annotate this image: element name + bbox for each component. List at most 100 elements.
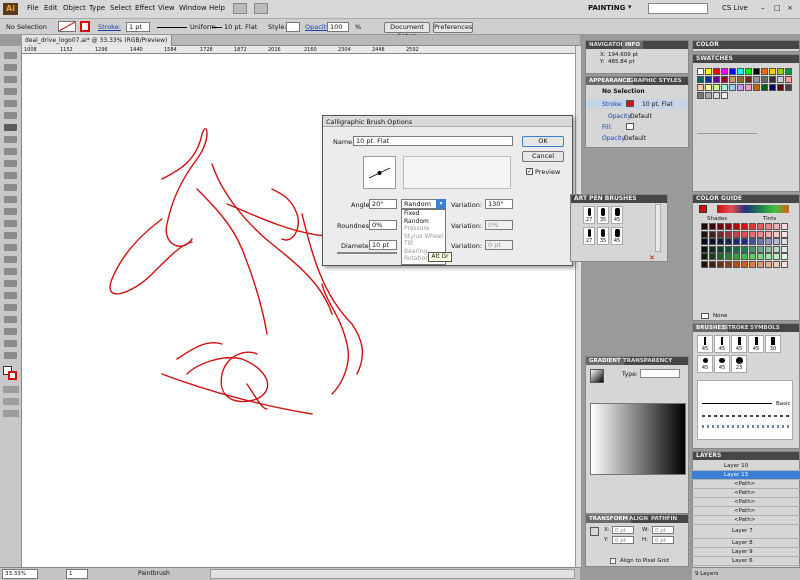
guide-swatch[interactable]: [765, 230, 772, 238]
arrange-icon[interactable]: [254, 3, 268, 14]
color-swatch[interactable]: [753, 76, 760, 83]
brush-swatch[interactable]: 30: [765, 335, 781, 353]
selection-tool[interactable]: [4, 52, 17, 59]
color-swatch[interactable]: [777, 68, 784, 75]
layer-row[interactable]: <Path>: [692, 480, 800, 489]
search-input[interactable]: [648, 3, 708, 14]
color-swatch[interactable]: [729, 68, 736, 75]
guide-swatch[interactable]: [725, 245, 732, 253]
perspective-tool[interactable]: [4, 232, 17, 239]
guide-swatch[interactable]: [749, 245, 756, 253]
draw-mode-icon[interactable]: [3, 398, 19, 405]
menu-edit[interactable]: Edit: [44, 4, 58, 12]
symbol-sprayer-tool[interactable]: [4, 292, 17, 299]
brush-swatch[interactable]: 45: [714, 355, 730, 373]
diameter-slider[interactable]: [337, 252, 397, 254]
line-tool[interactable]: [4, 100, 17, 107]
guide-swatch[interactable]: [749, 238, 756, 245]
transform-h-field[interactable]: 0 pt: [652, 536, 674, 544]
transform-y-field[interactable]: 0 pt: [612, 536, 634, 544]
close-icon[interactable]: ×: [787, 4, 793, 12]
guide-swatch[interactable]: [701, 260, 708, 268]
menu-help[interactable]: Help: [209, 4, 225, 12]
guide-swatch[interactable]: [757, 238, 764, 245]
brush-swatch[interactable]: 27: [583, 227, 595, 245]
menu-window[interactable]: Window: [179, 4, 207, 12]
page-field[interactable]: 1: [66, 569, 88, 579]
guide-swatch[interactable]: [725, 238, 732, 245]
appearance-opacity2-label[interactable]: Opacity:: [602, 135, 627, 142]
width-tool[interactable]: [4, 196, 17, 203]
dropdown-option-random[interactable]: Random: [402, 218, 445, 226]
color-swatch[interactable]: [745, 68, 752, 75]
guide-swatch[interactable]: [717, 223, 724, 230]
color-swatch[interactable]: [785, 68, 792, 75]
color-swatch[interactable]: [697, 76, 704, 83]
blend-tool[interactable]: [4, 280, 17, 287]
guide-swatch[interactable]: [701, 230, 708, 238]
brush-swatch[interactable]: 35: [597, 206, 609, 224]
guide-swatch[interactable]: [701, 238, 708, 245]
color-swatch[interactable]: [713, 68, 720, 75]
color-swatch[interactable]: [753, 84, 760, 91]
color-panel-title[interactable]: COLOR: [693, 41, 799, 49]
layer-row[interactable]: Layer 6: [692, 557, 800, 566]
brush-name-field[interactable]: 10 pt. Flat: [353, 136, 513, 146]
guide-swatch[interactable]: [773, 238, 780, 245]
transform-x-field[interactable]: 0 pt: [612, 526, 634, 534]
guide-swatch[interactable]: [709, 238, 716, 245]
color-swatch[interactable]: [705, 76, 712, 83]
guide-swatch[interactable]: [717, 238, 724, 245]
layer-row[interactable]: Layer 8: [692, 539, 800, 548]
guide-swatch[interactable]: [741, 230, 748, 238]
diameter-variation-field[interactable]: 0 pt: [485, 240, 513, 250]
guide-swatch[interactable]: [765, 223, 772, 230]
guide-swatch[interactable]: [757, 253, 764, 260]
color-swatch[interactable]: [713, 92, 720, 99]
slice-tool[interactable]: [4, 328, 17, 335]
tab-transform[interactable]: TRANSFORM: [586, 515, 631, 523]
guide-swatch[interactable]: [733, 223, 740, 230]
cancel-button[interactable]: Cancel: [522, 151, 564, 162]
paintbrush-tool[interactable]: [4, 124, 17, 131]
free-transform-tool[interactable]: [4, 208, 17, 215]
panel-scrollbar[interactable]: [655, 204, 661, 252]
stroke-label[interactable]: Stroke:: [98, 23, 121, 31]
menu-effect[interactable]: Effect: [135, 4, 155, 12]
guide-swatch[interactable]: [717, 260, 724, 268]
guide-swatch[interactable]: [765, 245, 772, 253]
gradient-type-select[interactable]: [640, 369, 680, 378]
guide-swatch[interactable]: [701, 223, 708, 230]
guide-swatch[interactable]: [701, 245, 708, 253]
guide-swatch[interactable]: [741, 245, 748, 253]
guide-swatch[interactable]: [717, 230, 724, 238]
brush-swatch[interactable]: 23: [731, 355, 747, 373]
color-swatch[interactable]: [761, 76, 768, 83]
horizontal-scrollbar[interactable]: [210, 569, 575, 579]
zoom-tool[interactable]: [4, 352, 17, 359]
guide-swatch[interactable]: [741, 260, 748, 268]
color-swatch[interactable]: [729, 76, 736, 83]
brush-swatch[interactable]: 35: [597, 227, 609, 245]
guide-swatch[interactable]: [733, 230, 740, 238]
minimize-icon[interactable]: –: [761, 4, 765, 12]
brush-swatch[interactable]: 45: [731, 335, 747, 353]
tab-info[interactable]: INFO: [622, 41, 644, 49]
guide-swatch[interactable]: [709, 245, 716, 253]
layer-row[interactable]: Layer 10: [692, 462, 800, 471]
guide-swatch[interactable]: [757, 245, 764, 253]
color-swatch[interactable]: [737, 68, 744, 75]
swatches-title[interactable]: SWATCHES: [693, 55, 799, 63]
fill-swatch[interactable]: [58, 21, 76, 32]
guide-swatch[interactable]: [725, 223, 732, 230]
color-swatch[interactable]: [705, 84, 712, 91]
color-swatch[interactable]: [753, 68, 760, 75]
color-swatch[interactable]: [745, 84, 752, 91]
bridge-icon[interactable]: [233, 3, 247, 14]
appearance-opacity-label[interactable]: Opacity:: [608, 113, 633, 120]
maximize-icon[interactable]: □: [774, 4, 781, 12]
guide-swatch[interactable]: [717, 245, 724, 253]
tab-gradient[interactable]: GRADIENT: [586, 357, 624, 365]
brush-swatch[interactable]: 45: [748, 335, 764, 353]
guide-swatch[interactable]: [749, 253, 756, 260]
